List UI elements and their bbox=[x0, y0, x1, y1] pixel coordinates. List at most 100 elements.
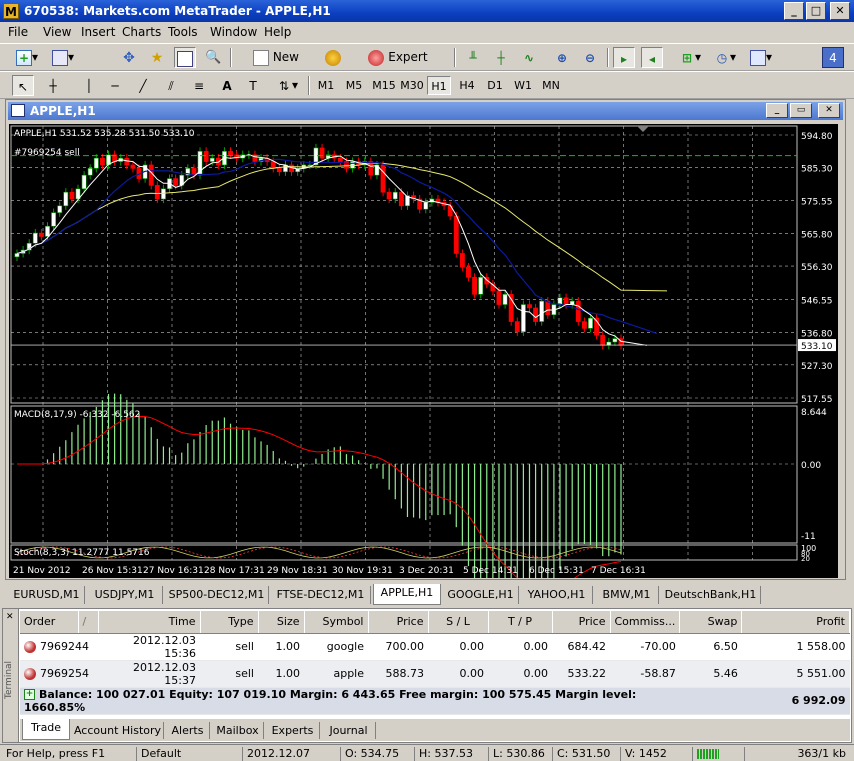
order-row[interactable]: 7969254 2012.12.03 15:37 sell 1.00 apple… bbox=[20, 660, 850, 688]
macd-tick-label: 8.644 bbox=[801, 408, 827, 418]
chart-close-button[interactable]: ✕ bbox=[818, 103, 840, 118]
market-watch-button[interactable] bbox=[174, 47, 196, 68]
timeframe-m15[interactable]: M15 bbox=[370, 76, 398, 95]
menu-insert[interactable]: Insert bbox=[81, 25, 115, 39]
line-chart-button[interactable]: ∿ bbox=[518, 47, 540, 68]
col-time[interactable]: Time bbox=[98, 611, 201, 634]
equidistant-channel-button[interactable]: ⫽ bbox=[160, 75, 182, 96]
trendline-button[interactable]: ╱ bbox=[132, 75, 154, 96]
chart-tab-yahoo[interactable]: YAHOO,H1 bbox=[521, 586, 593, 604]
tab-trade[interactable]: Trade bbox=[22, 719, 70, 740]
menu-file[interactable]: File bbox=[8, 25, 28, 39]
timeframe-h4[interactable]: H4 bbox=[455, 76, 479, 95]
bar-chart-button[interactable]: ╨ bbox=[462, 47, 484, 68]
col-symbol[interactable]: Symbol bbox=[304, 611, 369, 634]
crosshair-tool-button[interactable]: ┼ bbox=[42, 75, 64, 96]
zoom-in-icon: ⊕ bbox=[556, 50, 568, 65]
order-row[interactable]: 7969244 2012.12.03 15:36 sell 1.00 googl… bbox=[20, 633, 850, 661]
tab-experts[interactable]: Experts bbox=[266, 722, 320, 739]
chart-tab-google[interactable]: GOOGLE,H1 bbox=[443, 586, 519, 604]
tab-alerts[interactable]: Alerts bbox=[166, 722, 210, 739]
channel-icon: ⫽ bbox=[168, 78, 174, 93]
horizontal-line-button[interactable]: ─ bbox=[104, 75, 126, 96]
periods-button[interactable]: ◷ ▾ bbox=[710, 47, 740, 68]
timeframe-mn[interactable]: MN bbox=[539, 76, 563, 95]
cursor-tool-button[interactable]: ↖ bbox=[12, 75, 34, 96]
label-tool-button[interactable]: T bbox=[242, 75, 264, 96]
chart-tab-apple[interactable]: APPLE,H1 bbox=[373, 584, 441, 605]
col-type[interactable]: Type bbox=[200, 611, 259, 634]
price-chart[interactable]: 594.80 585.30 575.55 565.80 556.30 546.55 536.… bbox=[9, 124, 838, 578]
timeframe-m30[interactable]: M30 bbox=[399, 76, 425, 95]
expert-advisors-button[interactable]: Expert Advisors bbox=[348, 47, 448, 85]
chart-shift-button[interactable]: ◂ bbox=[641, 47, 663, 68]
text-tool-button[interactable]: A bbox=[216, 75, 238, 96]
zoom-window-button[interactable]: 🔍 bbox=[202, 47, 224, 68]
price-tick-label: 585.30 bbox=[801, 164, 833, 174]
col-price[interactable]: Price bbox=[368, 611, 429, 634]
chart-tab-sp500[interactable]: SP500-DEC12,M1 bbox=[165, 586, 269, 604]
navigator-button[interactable]: ★ bbox=[146, 47, 168, 68]
vertical-line-button[interactable]: │ bbox=[78, 75, 100, 96]
menu-help[interactable]: Help bbox=[264, 25, 291, 39]
zoom-in-button[interactable]: ⊕ bbox=[551, 47, 573, 68]
col-commission[interactable]: Commiss... bbox=[610, 611, 681, 634]
chart-tab-eurusd[interactable]: EURUSD,M1 bbox=[9, 586, 85, 604]
col-tp[interactable]: T / P bbox=[488, 611, 553, 634]
timeframe-m5[interactable]: M5 bbox=[342, 76, 366, 95]
terminal-close-icon[interactable]: ✕ bbox=[6, 612, 14, 622]
standard-toolbar: +▾ ▾ ✥ ★ 🔍 New Order Expert Advisors ╨ ┼… bbox=[0, 43, 854, 85]
candle-body bbox=[228, 151, 233, 156]
col-current-price[interactable]: Price bbox=[552, 611, 611, 634]
candle-body bbox=[130, 164, 136, 169]
timeframe-m1[interactable]: M1 bbox=[314, 76, 338, 95]
order-price: 700.00 bbox=[368, 633, 428, 661]
col-sort[interactable]: / bbox=[78, 611, 99, 634]
order-size: 1.00 bbox=[258, 660, 304, 688]
menu-window[interactable]: Window bbox=[210, 25, 257, 39]
col-order[interactable]: Order bbox=[20, 611, 79, 634]
time-axis-label: 6 Dec 15:31 bbox=[529, 566, 584, 576]
chart-tab-usdjpy[interactable]: USDJPY,M1 bbox=[87, 586, 163, 604]
indicators-button[interactable]: ⊞ ▾ bbox=[676, 47, 704, 68]
expand-icon[interactable]: + bbox=[24, 689, 35, 700]
timeframe-w1[interactable]: W1 bbox=[511, 76, 535, 95]
col-sl[interactable]: S / L bbox=[428, 611, 489, 634]
tab-journal[interactable]: Journal bbox=[322, 722, 376, 739]
maximize-button[interactable]: □ bbox=[806, 2, 826, 20]
timeframe-d1[interactable]: D1 bbox=[483, 76, 507, 95]
auto-scroll-button[interactable]: ▸ bbox=[613, 47, 635, 68]
fibonacci-button[interactable]: ≡ bbox=[188, 75, 210, 96]
col-profit[interactable]: Profit bbox=[741, 611, 850, 634]
macd-tick-label: 0.00 bbox=[801, 461, 821, 471]
chart-tab-ftse[interactable]: FTSE-DEC12,M1 bbox=[271, 586, 371, 604]
notifications-badge[interactable]: 4 bbox=[822, 47, 844, 68]
chart-tab-deutschbank[interactable]: DeutschBank,H1 bbox=[661, 586, 761, 604]
minimize-button[interactable]: _ bbox=[784, 2, 804, 20]
menu-view[interactable]: View bbox=[43, 25, 71, 39]
templates-button[interactable]: ▾ bbox=[746, 47, 776, 68]
new-chart-button[interactable]: + ▾ bbox=[10, 47, 44, 68]
zoom-out-button[interactable]: ⊖ bbox=[579, 47, 601, 68]
new-order-button[interactable]: New Order bbox=[236, 47, 316, 85]
tab-account-history[interactable]: Account History bbox=[72, 722, 164, 739]
chart-minimize-button[interactable]: _ bbox=[766, 103, 788, 118]
col-size[interactable]: Size bbox=[258, 611, 305, 634]
order-size: 1.00 bbox=[258, 633, 304, 661]
menu-tools[interactable]: Tools bbox=[168, 25, 198, 39]
fibonacci-icon: ≡ bbox=[193, 78, 205, 93]
col-swap[interactable]: Swap bbox=[679, 611, 743, 634]
chart-tab-bmw[interactable]: BMW,M1 bbox=[595, 586, 659, 604]
menu-charts[interactable]: Charts bbox=[122, 25, 161, 39]
chart-restore-button[interactable]: ▭ bbox=[790, 103, 812, 118]
autotrading-status-button[interactable] bbox=[322, 47, 344, 68]
timeframe-h1[interactable]: H1 bbox=[427, 76, 451, 95]
close-button[interactable]: ✕ bbox=[830, 2, 850, 20]
arrows-tool-button[interactable]: ⇅ ▾ bbox=[272, 75, 302, 96]
orders-table: Order / Time Type Size Symbol Price S / … bbox=[20, 611, 850, 715]
order-price: 588.73 bbox=[368, 660, 428, 688]
tab-mailbox[interactable]: Mailbox bbox=[212, 722, 264, 739]
profiles-button[interactable]: ▾ bbox=[48, 47, 78, 68]
candlesticks-button[interactable]: ┼ bbox=[490, 47, 512, 68]
crosshair-move-button[interactable]: ✥ bbox=[118, 47, 140, 68]
